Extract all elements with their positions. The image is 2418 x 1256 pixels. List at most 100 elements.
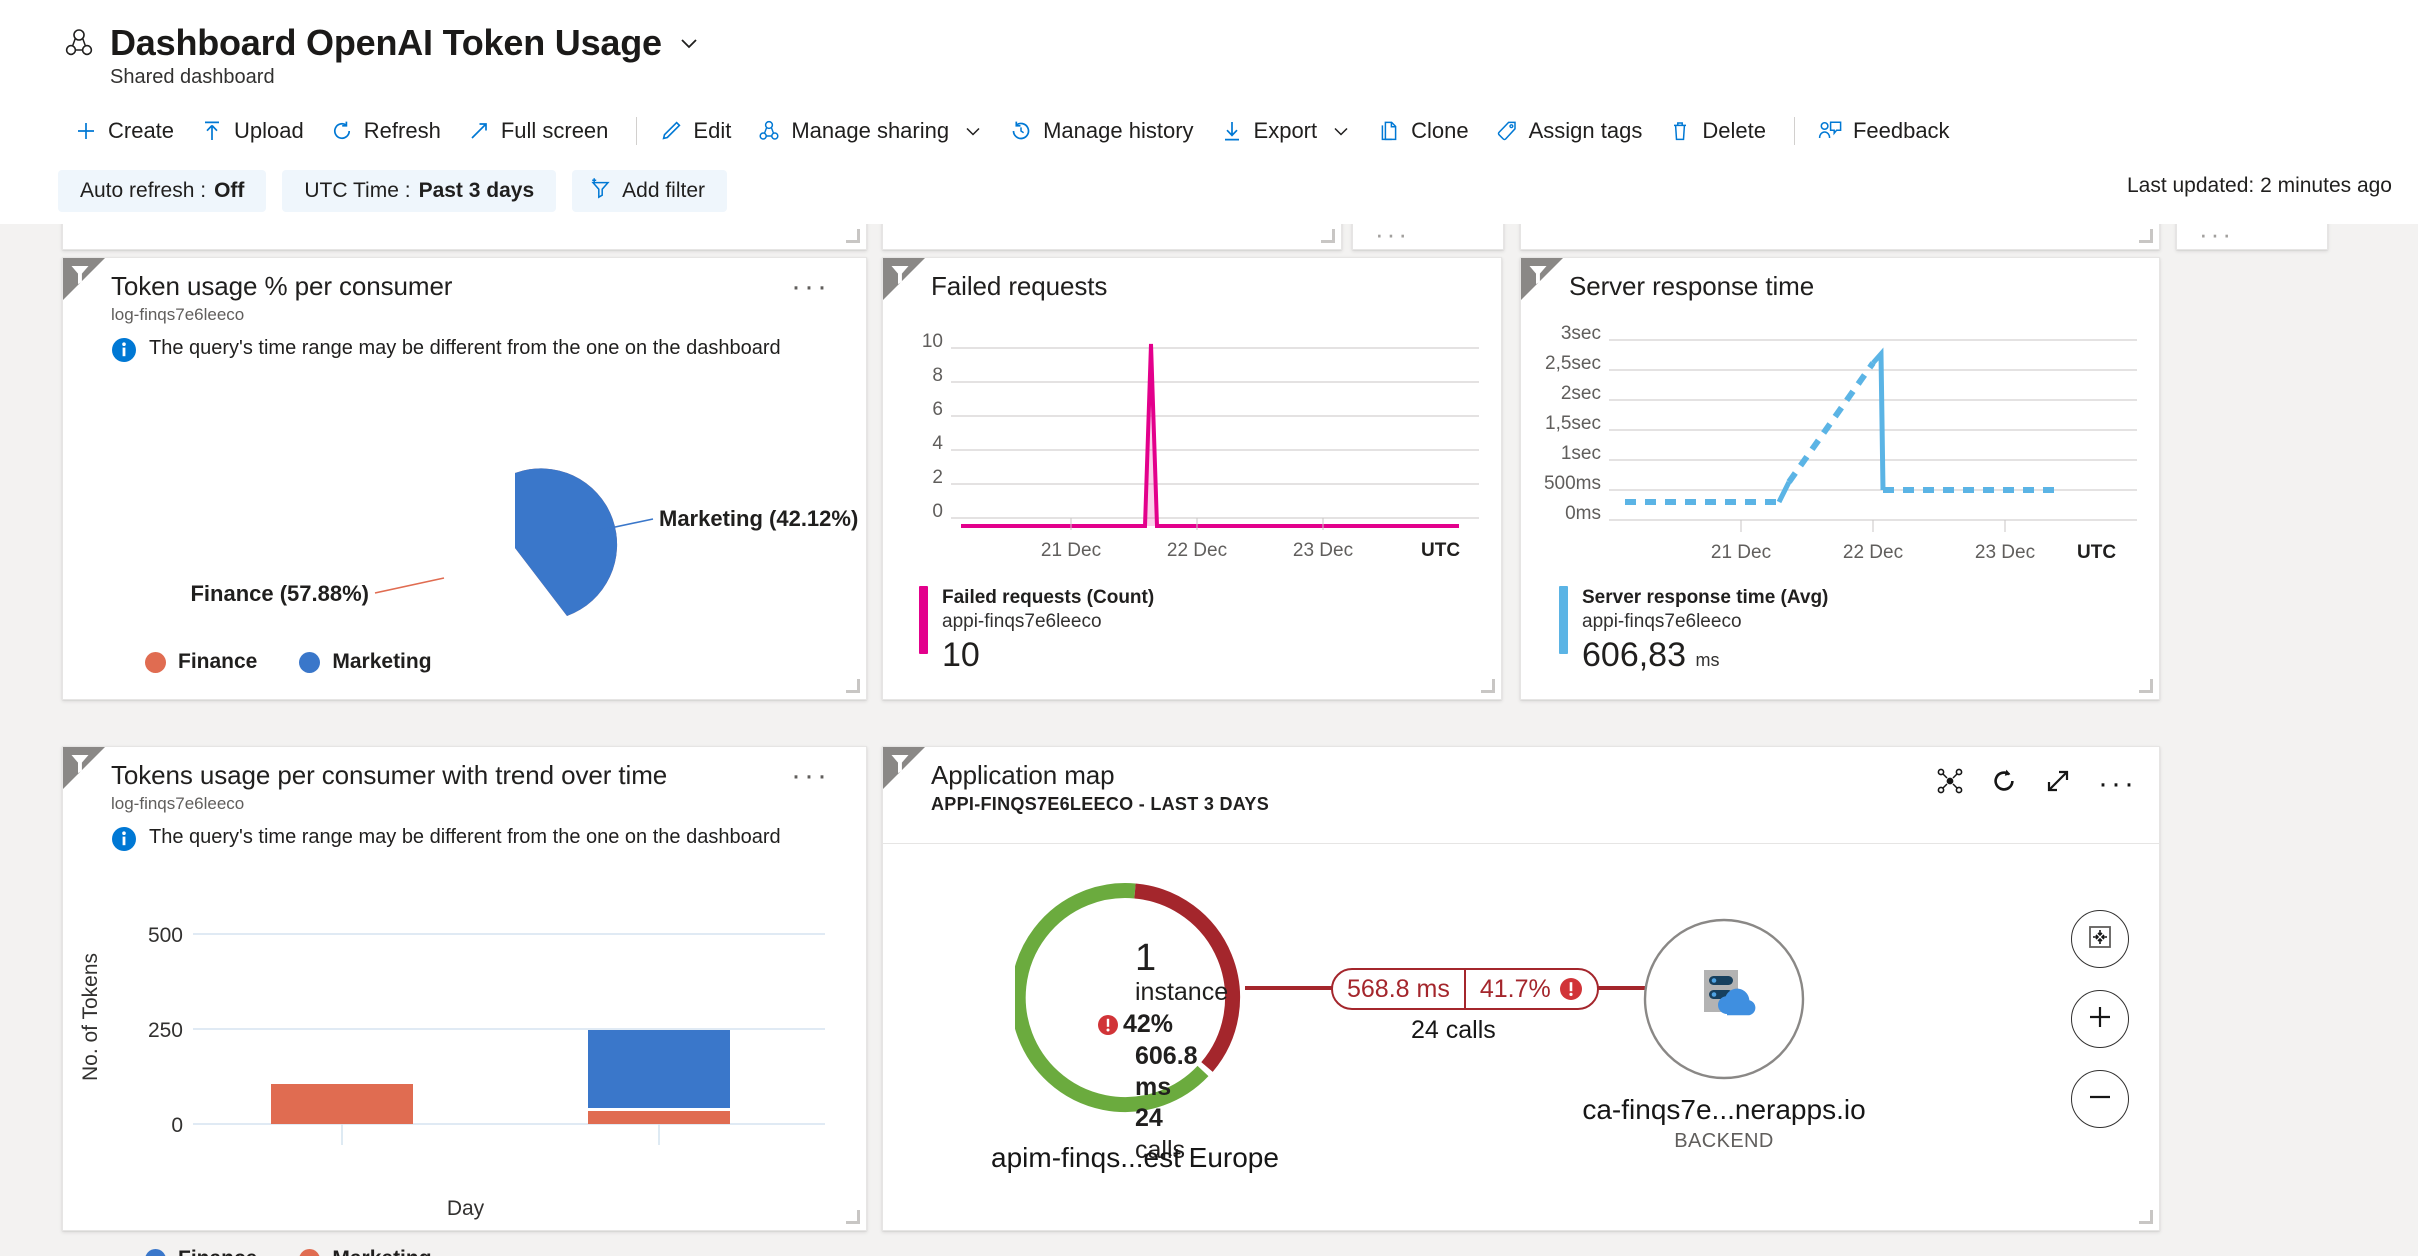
- app-map-node-type-backend: BACKEND: [1674, 1130, 1774, 1153]
- export-label: Export: [1254, 118, 1318, 144]
- failed-requests-metric-legend: Failed requests (Count) appi-finqs7e6lee…: [919, 586, 1154, 654]
- tile-info-text: The query's time range may be different …: [149, 335, 781, 362]
- svg-text:22 Dec: 22 Dec: [1843, 542, 1903, 563]
- refresh-button[interactable]: Refresh: [320, 111, 457, 151]
- title-row: Dashboard OpenAI Token Usage: [0, 22, 2418, 64]
- refresh-icon[interactable]: [1990, 767, 2018, 800]
- tile-resize-grip[interactable]: [846, 229, 860, 243]
- clone-button[interactable]: Clone: [1367, 111, 1484, 151]
- tile-application-map[interactable]: Application map APPI-FINQS7E6LEECO - LAS…: [882, 746, 2160, 1231]
- expand-arrow-icon[interactable]: [2044, 767, 2072, 800]
- edit-button[interactable]: Edit: [649, 111, 747, 151]
- tile-resize-grip[interactable]: [846, 1210, 860, 1224]
- tile-ellipsis[interactable]: ···: [1375, 229, 1410, 239]
- create-button[interactable]: Create: [64, 111, 190, 151]
- tile-title: Server response time: [1521, 258, 2159, 302]
- export-button[interactable]: Export: [1210, 111, 1368, 151]
- more-ellipsis-icon[interactable]: ···: [2098, 777, 2137, 791]
- full-screen-button[interactable]: Full screen: [457, 111, 625, 151]
- tile-resize-grip[interactable]: [1321, 229, 1335, 243]
- chevron-down-icon: [1331, 121, 1351, 141]
- x-axis-timezone-label: UTC: [1421, 540, 1460, 561]
- y-axis-tick-labels: 10 8 6 4 2 0: [922, 331, 944, 522]
- refresh-label: Refresh: [364, 118, 441, 144]
- legend-item-marketing[interactable]: Marketing: [299, 1247, 431, 1256]
- tile-subtitle: log-finqs7e6leeco: [63, 794, 866, 814]
- x-axis-tick-labels: 21 Dec 22 Dec 23 Dec: [1711, 542, 2035, 563]
- partial-tile-2[interactable]: [882, 224, 1342, 250]
- app-map-edge-metrics[interactable]: 568.8 ms 41.7%: [1331, 968, 1599, 1010]
- pie-legend: Finance Marketing: [63, 650, 432, 674]
- layout-graph-icon[interactable]: [1936, 767, 1964, 800]
- legend-item-marketing[interactable]: Marketing: [299, 650, 431, 674]
- bar-21dec-marketing[interactable]: [271, 1084, 413, 1124]
- application-map-graph[interactable]: 1 instance 42% 606.8 ms 24 calls: [883, 843, 2159, 1230]
- partial-tile-5[interactable]: ···: [2176, 224, 2328, 250]
- legend-label-finance: Finance: [178, 1247, 257, 1256]
- zoom-out-button[interactable]: [2071, 1070, 2129, 1128]
- svg-text:500: 500: [148, 924, 183, 947]
- series-response-rise: [1789, 363, 1873, 482]
- svg-text:4: 4: [932, 433, 943, 454]
- dashboard-canvas: ··· ··· Token usage % per consumer log-f…: [0, 224, 2418, 1256]
- manage-sharing-button[interactable]: Manage sharing: [747, 111, 999, 151]
- expand-arrow-icon: [467, 119, 491, 143]
- bar-22dec-finance[interactable]: [588, 1030, 730, 1108]
- trash-icon: [1668, 119, 1692, 143]
- tile-resize-grip[interactable]: [2139, 679, 2153, 693]
- zoom-in-button[interactable]: [2071, 990, 2129, 1048]
- svg-text:1sec: 1sec: [1561, 443, 1601, 464]
- time-range-pill[interactable]: UTC Time : Past 3 days: [282, 170, 556, 212]
- feedback-button[interactable]: Feedback: [1807, 111, 1966, 151]
- tile-more-menu[interactable]: ···: [791, 280, 830, 294]
- node-calls-count: 24: [1135, 1104, 1163, 1132]
- partial-tile-1[interactable]: [62, 224, 867, 250]
- fit-to-screen-button[interactable]: [2071, 910, 2129, 968]
- add-filter-button[interactable]: Add filter: [572, 170, 727, 212]
- y-axis-tick-labels: 500 250 0: [148, 924, 183, 1137]
- tile-ellipsis[interactable]: ···: [2199, 229, 2234, 239]
- pie-slice-marketing[interactable]: [515, 468, 617, 616]
- feedback-person-icon: [1817, 119, 1843, 143]
- metric-color-bar: [919, 586, 928, 654]
- tile-resize-grip[interactable]: [1481, 679, 1495, 693]
- x-axis-tick-labels: 21 Dec 22 Dec 23 Dec: [1041, 540, 1353, 561]
- tile-failed-requests[interactable]: Failed requests 10 8 6 4 2 0: [882, 257, 1502, 700]
- auto-refresh-value: Off: [214, 179, 244, 203]
- delete-button[interactable]: Delete: [1658, 111, 1782, 151]
- tile-resize-grip[interactable]: [846, 679, 860, 693]
- last-updated-text: Last updated: 2 minutes ago: [2127, 174, 2392, 198]
- bar-22dec-marketing[interactable]: [588, 1111, 730, 1124]
- tile-more-menu[interactable]: ···: [791, 769, 830, 783]
- series-failed-requests: [961, 344, 1459, 526]
- tile-server-response-time[interactable]: Server response time 3sec 2,5sec 2sec 1,…: [1520, 257, 2160, 700]
- tile-resize-grip[interactable]: [2139, 229, 2153, 243]
- legend-dot-finance: [145, 1249, 166, 1256]
- upload-arrow-icon: [200, 119, 224, 143]
- legend-dot-marketing: [299, 652, 320, 673]
- manage-history-button[interactable]: Manage history: [999, 111, 1209, 151]
- legend-item-finance[interactable]: Finance: [145, 650, 257, 674]
- tag-icon: [1495, 119, 1519, 143]
- upload-label: Upload: [234, 118, 304, 144]
- chevron-down-icon[interactable]: [676, 30, 702, 56]
- add-filter-icon: [588, 176, 614, 206]
- assign-tags-button[interactable]: Assign tags: [1485, 111, 1659, 151]
- legend-label-marketing: Marketing: [332, 1247, 431, 1256]
- partial-tile-3[interactable]: ···: [1352, 224, 1504, 250]
- x-axis-ticks: [1741, 520, 2005, 532]
- share-nodes-icon: [757, 119, 781, 143]
- upload-button[interactable]: Upload: [190, 111, 320, 151]
- tile-resize-grip[interactable]: [2139, 1210, 2153, 1224]
- tile-tokens-usage-trend[interactable]: Tokens usage per consumer with trend ove…: [62, 746, 867, 1231]
- metric-value-unit: ms: [1695, 650, 1719, 670]
- partial-tile-4[interactable]: [1520, 224, 2160, 250]
- legend-item-finance[interactable]: Finance: [145, 1247, 257, 1256]
- legend-label-marketing: Marketing: [332, 650, 431, 674]
- tile-title: Token usage % per consumer: [63, 258, 866, 302]
- auto-refresh-pill[interactable]: Auto refresh : Off: [58, 170, 266, 212]
- tile-subtitle: log-finqs7e6leeco: [63, 305, 866, 325]
- svg-text:2,5sec: 2,5sec: [1545, 353, 1601, 374]
- tile-token-usage-percent[interactable]: Token usage % per consumer log-finqs7e6l…: [62, 257, 867, 700]
- svg-text:8: 8: [932, 365, 943, 386]
